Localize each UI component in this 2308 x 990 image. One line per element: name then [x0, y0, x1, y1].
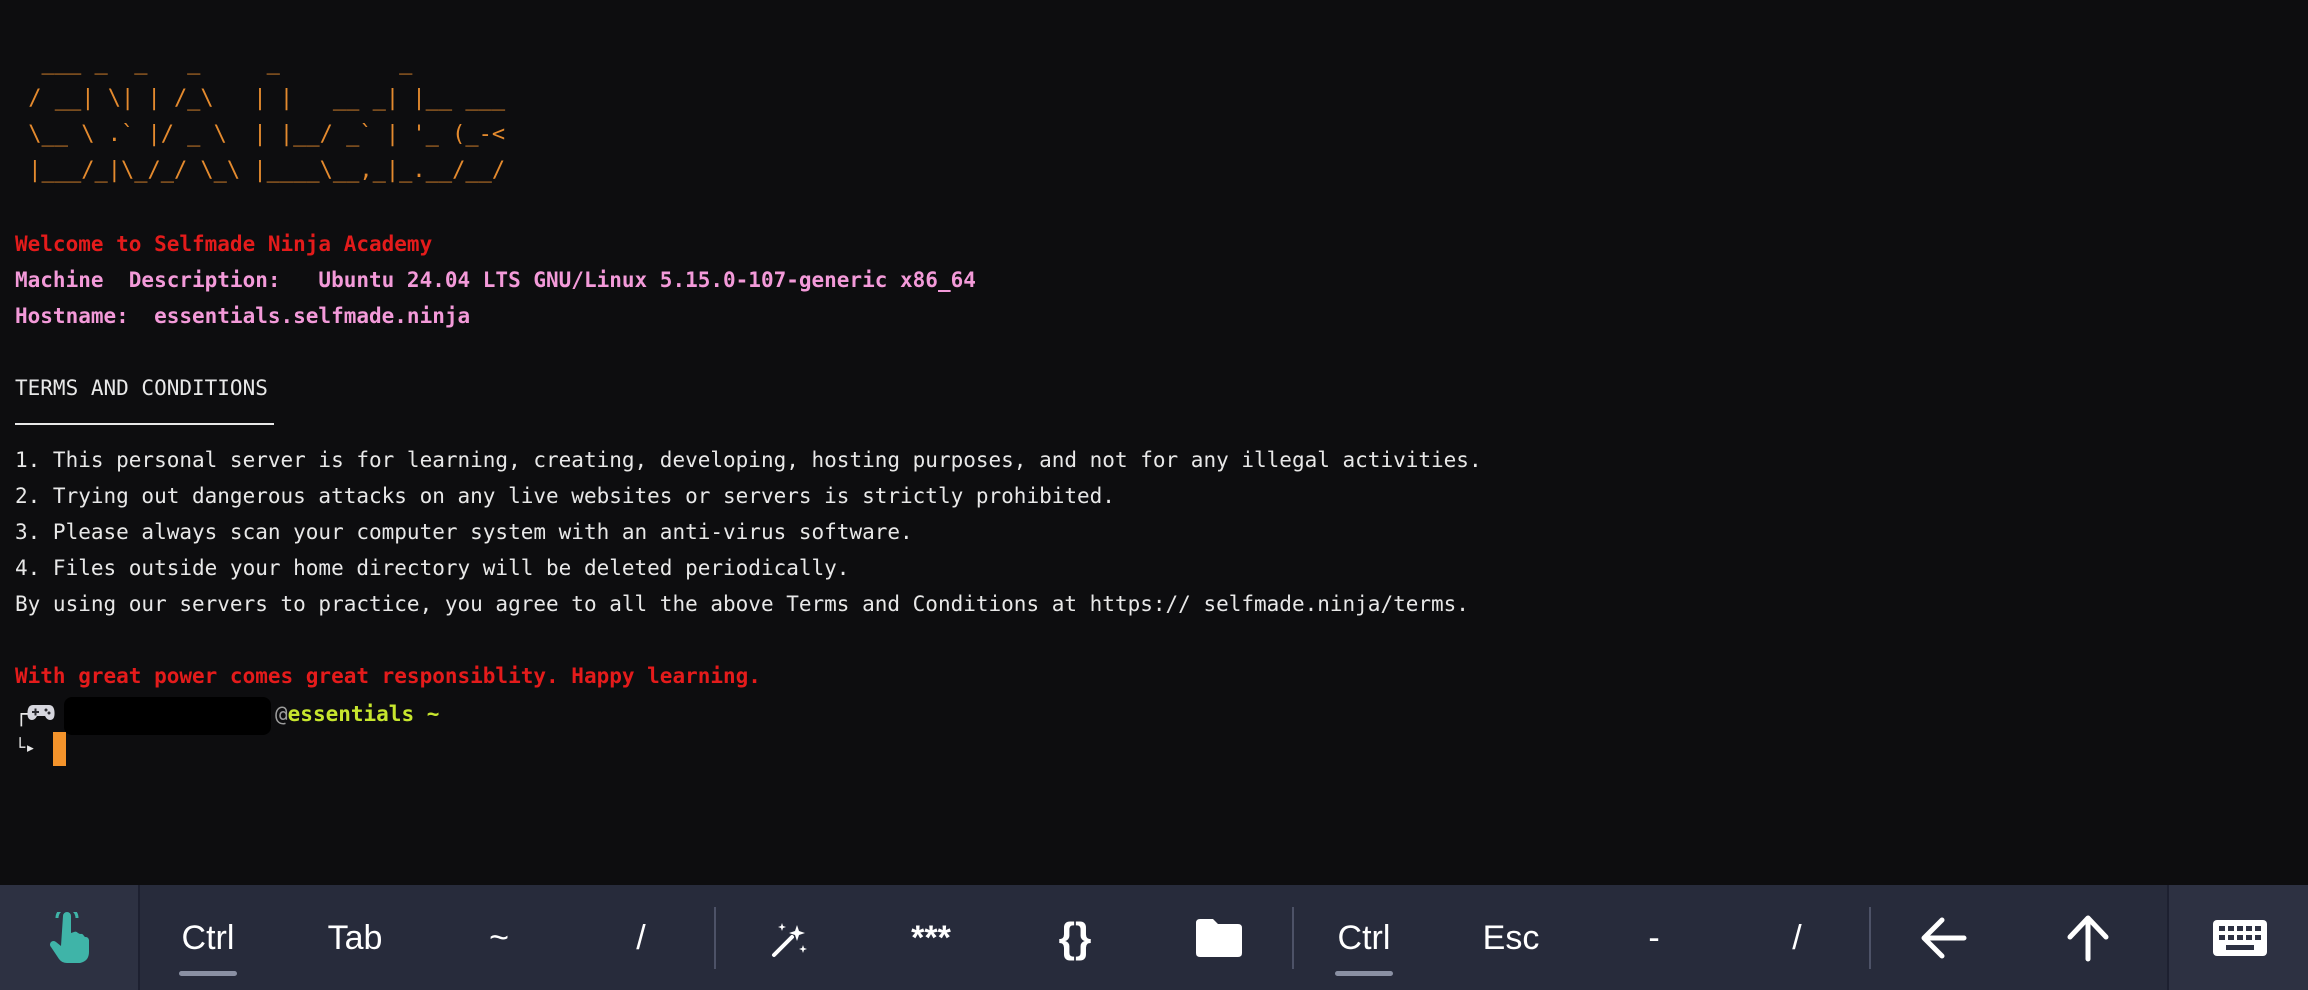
gamepad-icon [27, 705, 55, 720]
dash-key-label: - [1648, 918, 1660, 957]
toolbar-separator-3 [1869, 907, 1871, 969]
dash-key[interactable]: - [1603, 885, 1705, 990]
tab-key-label: Tab [327, 918, 383, 957]
ascii-banner-line-3: \__ \ .` |/ _ \ | |__/ _` | '_ (_-< [15, 122, 506, 147]
ctrl-key-left-active-indicator [179, 971, 237, 976]
prompt-corner-bottom: └▸ [15, 738, 36, 758]
prompt-path: ~ [414, 702, 440, 726]
keyboard-toggle-panel [2167, 885, 2308, 990]
toolbar-separator-1 [714, 907, 716, 969]
arrow-left-icon [1921, 917, 1967, 958]
folder-icon [1196, 918, 1242, 957]
slash-key-left[interactable]: / [590, 885, 692, 990]
terms-heading-underline [15, 423, 274, 425]
keyboard-icon [2212, 919, 2267, 956]
ctrl-key-right-label: Ctrl [1337, 918, 1391, 957]
password-key-label: *** [911, 918, 951, 957]
braces-key-label: {} [1058, 913, 1092, 961]
extra-keys-toolbar: Ctrl Tab ~ / *** {} Ctrl Esc - / [0, 885, 2308, 990]
terms-item-1: 1. This personal server is for learning,… [15, 448, 1482, 472]
magic-wand-button[interactable] [738, 885, 840, 990]
prompt-host: @essentials ~ [275, 696, 439, 732]
prompt-at-sign: @ [275, 702, 288, 726]
welcome-message: Welcome to Selfmade Ninja Academy [15, 232, 433, 256]
arrow-up-icon [2067, 915, 2109, 961]
ctrl-key-left[interactable]: Ctrl [160, 885, 256, 990]
ascii-banner-line-4: |___/_|\_/_/ \_\ |____\__,_|_.__/__/ [15, 158, 506, 183]
touch-mode-panel [0, 885, 140, 990]
braces-key[interactable]: {} [1024, 885, 1126, 990]
folder-button[interactable] [1168, 885, 1270, 990]
machine-description: Machine Description: Ubuntu 24.04 LTS GN… [15, 268, 976, 292]
magic-wand-icon [772, 922, 807, 957]
ascii-banner-line-1: ___ _ _ _ _ _ [15, 50, 413, 75]
slash-key-right[interactable]: / [1746, 885, 1848, 990]
toolbar-separator-2 [1292, 907, 1294, 969]
terms-item-3: 3. Please always scan your computer syst… [15, 520, 913, 544]
terms-item-2: 2. Trying out dangerous attacks on any l… [15, 484, 1115, 508]
terms-item-4: 4. Files outside your home directory wil… [15, 556, 850, 580]
ctrl-key-right[interactable]: Ctrl [1316, 885, 1412, 990]
prompt-corner-top: ┌ [15, 702, 28, 726]
motto-message: With great power comes great responsibli… [15, 664, 761, 688]
slash-key-right-label: / [1792, 918, 1802, 957]
esc-key[interactable]: Esc [1460, 885, 1562, 990]
arrow-left-key[interactable] [1893, 885, 1995, 990]
tilde-key[interactable]: ~ [448, 885, 550, 990]
ctrl-key-left-label: Ctrl [181, 918, 235, 957]
tab-key[interactable]: Tab [304, 885, 406, 990]
arrow-up-key[interactable] [2037, 885, 2139, 990]
terminal-window[interactable]: ___ _ _ _ _ _ / __| \| | /_\ | | __ _| |… [0, 0, 2308, 885]
touch-mode-button[interactable] [0, 885, 138, 990]
tilde-key-label: ~ [489, 918, 509, 957]
redacted-username [64, 697, 271, 735]
ascii-banner-line-2: / __| \| | /_\ | | __ _| |__ ___ [15, 86, 506, 111]
prompt-hostname: essentials [287, 702, 415, 726]
ctrl-key-right-active-indicator [1335, 971, 1393, 976]
terms-agreement: By using our servers to practice, you ag… [15, 592, 1469, 616]
touch-hand-icon [49, 911, 89, 963]
esc-key-label: Esc [1482, 918, 1540, 957]
terminal-cursor[interactable] [53, 732, 66, 766]
keyboard-toggle-button[interactable] [2169, 885, 2308, 990]
hostname-line: Hostname: essentials.selfmade.ninja [15, 304, 471, 328]
terms-heading: TERMS AND CONDITIONS [15, 376, 268, 400]
slash-key-left-label: / [636, 918, 646, 957]
password-key[interactable]: *** [880, 885, 982, 990]
